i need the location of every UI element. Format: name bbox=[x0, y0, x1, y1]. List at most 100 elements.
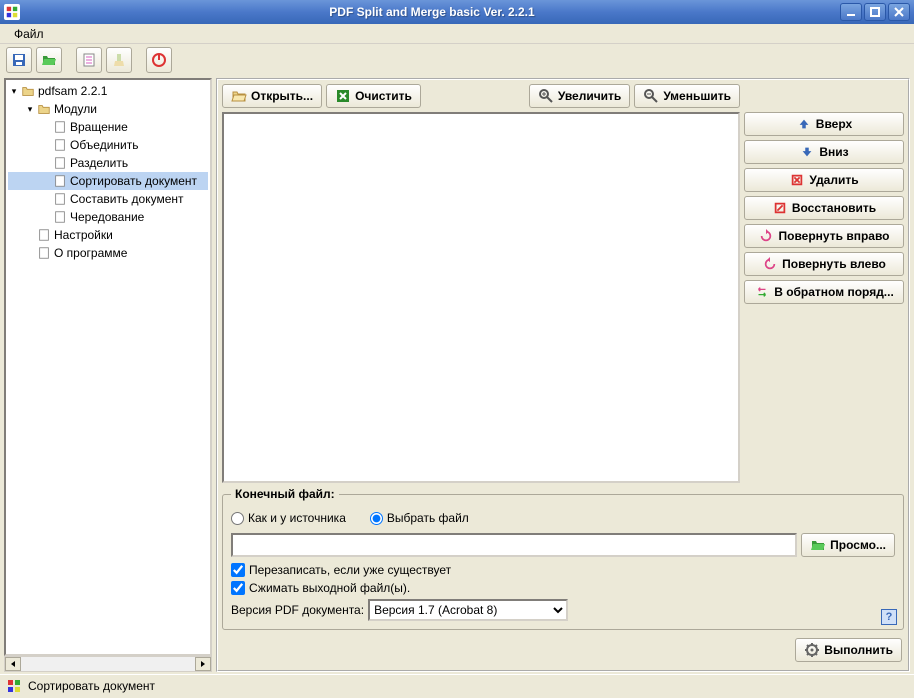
overwrite-checkbox[interactable] bbox=[231, 563, 245, 577]
tree-item-label: Составить документ bbox=[70, 192, 184, 206]
window-controls bbox=[840, 3, 910, 21]
tree-module-split[interactable]: Разделить bbox=[8, 154, 208, 172]
zoom-out-label: Уменьшить bbox=[663, 89, 731, 103]
toolbar-log-button[interactable] bbox=[76, 47, 102, 73]
tree-root[interactable]: ▾ pdfsam 2.2.1 bbox=[8, 82, 208, 100]
clear-button-label: Очистить bbox=[355, 89, 412, 103]
page-icon bbox=[52, 191, 68, 207]
arrow-up-icon bbox=[796, 116, 812, 132]
zoom-in-label: Увеличить bbox=[558, 89, 622, 103]
restore-label: Восстановить bbox=[792, 201, 876, 215]
tree-modules[interactable]: ▾ Модули bbox=[8, 100, 208, 118]
tree-item-label: О программе bbox=[54, 246, 127, 260]
tree-module-alternate[interactable]: Чередование bbox=[8, 208, 208, 226]
delete-icon bbox=[789, 172, 805, 188]
open-button-label: Открыть... bbox=[251, 89, 313, 103]
page-action-buttons: Вверх Вниз Удалить Восстановить Повернут… bbox=[744, 84, 904, 483]
tree-module-merge[interactable]: Объединить bbox=[8, 136, 208, 154]
delete-button[interactable]: Удалить bbox=[744, 168, 904, 192]
tree-item-label: Вращение bbox=[70, 120, 128, 134]
tree-modules-label: Модули bbox=[54, 102, 97, 116]
folder-open-icon bbox=[231, 88, 247, 104]
clear-button[interactable]: Очистить bbox=[326, 84, 421, 108]
tree-item-label: Сортировать документ bbox=[70, 174, 197, 188]
tree-root-label: pdfsam 2.2.1 bbox=[38, 84, 107, 98]
collapse-icon[interactable]: ▾ bbox=[8, 86, 20, 97]
folder-icon bbox=[20, 83, 36, 99]
browse-button[interactable]: Просмо... bbox=[801, 533, 895, 557]
zoom-out-button[interactable]: Уменьшить bbox=[634, 84, 740, 108]
collapse-icon[interactable]: ▾ bbox=[24, 104, 36, 115]
tree-horizontal-scrollbar[interactable] bbox=[4, 656, 212, 672]
radio-choose-input[interactable] bbox=[370, 512, 383, 525]
page-icon bbox=[36, 245, 52, 261]
pdf-version-select[interactable]: Версия 1.7 (Acrobat 8) bbox=[368, 599, 568, 621]
tree-module-sort[interactable]: Сортировать документ bbox=[8, 172, 208, 190]
help-icon[interactable]: ? bbox=[881, 609, 897, 625]
scroll-right-button[interactable] bbox=[195, 657, 211, 671]
window-title: PDF Split and Merge basic Ver. 2.2.1 bbox=[24, 5, 840, 19]
zoom-in-icon bbox=[538, 88, 554, 104]
page-icon bbox=[52, 119, 68, 135]
run-button[interactable]: Выполнить bbox=[795, 638, 902, 662]
toolbar-save-button[interactable] bbox=[6, 47, 32, 73]
pdf-version-label: Версия PDF документа: bbox=[231, 603, 364, 617]
reverse-label: В обратном поряд... bbox=[774, 285, 894, 299]
radio-choose-label: Выбрать файл bbox=[387, 511, 469, 525]
tree-item-label: Объединить bbox=[70, 138, 139, 152]
delete-label: Удалить bbox=[809, 173, 858, 187]
open-button[interactable]: Открыть... bbox=[222, 84, 322, 108]
output-legend: Конечный файл: bbox=[231, 487, 339, 501]
minimize-button[interactable] bbox=[840, 3, 862, 21]
toolbar-exit-button[interactable] bbox=[146, 47, 172, 73]
rotate-right-button[interactable]: Повернуть вправо bbox=[744, 224, 904, 248]
tree-settings[interactable]: Настройки bbox=[8, 226, 208, 244]
output-path-input[interactable] bbox=[231, 533, 797, 557]
rotate-left-button[interactable]: Повернуть влево bbox=[744, 252, 904, 276]
toolbar-clear-button[interactable] bbox=[106, 47, 132, 73]
scroll-track[interactable] bbox=[21, 657, 195, 671]
radio-same-label: Как и у источника bbox=[248, 511, 346, 525]
tree-module-compose[interactable]: Составить документ bbox=[8, 190, 208, 208]
titlebar: PDF Split and Merge basic Ver. 2.2.1 bbox=[0, 0, 914, 24]
radio-same-input[interactable] bbox=[231, 512, 244, 525]
tree-about[interactable]: О программе bbox=[8, 244, 208, 262]
restore-button[interactable]: Восстановить bbox=[744, 196, 904, 220]
compress-label: Сжимать выходной файл(ы). bbox=[249, 581, 410, 595]
move-down-button[interactable]: Вниз bbox=[744, 140, 904, 164]
radio-same-as-source[interactable]: Как и у источника bbox=[231, 511, 346, 525]
app-icon bbox=[4, 4, 20, 20]
move-up-button[interactable]: Вверх bbox=[744, 112, 904, 136]
scroll-left-button[interactable] bbox=[5, 657, 21, 671]
zoom-in-button[interactable]: Увеличить bbox=[529, 84, 631, 108]
page-icon bbox=[52, 173, 68, 189]
page-icon bbox=[52, 209, 68, 225]
close-button[interactable] bbox=[888, 3, 910, 21]
move-down-label: Вниз bbox=[819, 145, 848, 159]
toolbar bbox=[0, 44, 914, 76]
sidebar: ▾ pdfsam 2.2.1 ▾ Модули Вращение Объедин… bbox=[4, 78, 212, 672]
page-icon bbox=[52, 155, 68, 171]
module-tree[interactable]: ▾ pdfsam 2.2.1 ▾ Модули Вращение Объедин… bbox=[4, 78, 212, 656]
output-fieldset: Конечный файл: Как и у источника Выбрать… bbox=[222, 487, 904, 630]
radio-choose-file[interactable]: Выбрать файл bbox=[370, 511, 469, 525]
tree-item-label: Разделить bbox=[70, 156, 128, 170]
toolbar-open-button[interactable] bbox=[36, 47, 62, 73]
page-icon bbox=[36, 227, 52, 243]
menu-file[interactable]: Файл bbox=[6, 25, 52, 43]
rotate-right-label: Повернуть вправо bbox=[778, 229, 889, 243]
rotate-left-icon bbox=[762, 256, 778, 272]
tree-module-rotate[interactable]: Вращение bbox=[8, 118, 208, 136]
rotate-left-label: Повернуть влево bbox=[782, 257, 886, 271]
compress-checkbox[interactable] bbox=[231, 581, 245, 595]
move-up-label: Вверх bbox=[816, 117, 852, 131]
menubar: Файл bbox=[0, 24, 914, 44]
reverse-order-button[interactable]: В обратном поряд... bbox=[744, 280, 904, 304]
maximize-button[interactable] bbox=[864, 3, 886, 21]
undo-icon bbox=[772, 200, 788, 216]
run-label: Выполнить bbox=[824, 643, 893, 657]
page-preview-area[interactable] bbox=[222, 112, 740, 483]
content-panel: Открыть... Очистить Увеличить Уменьшить … bbox=[216, 78, 910, 672]
overwrite-label: Перезаписать, если уже существует bbox=[249, 563, 451, 577]
folder-icon bbox=[36, 101, 52, 117]
